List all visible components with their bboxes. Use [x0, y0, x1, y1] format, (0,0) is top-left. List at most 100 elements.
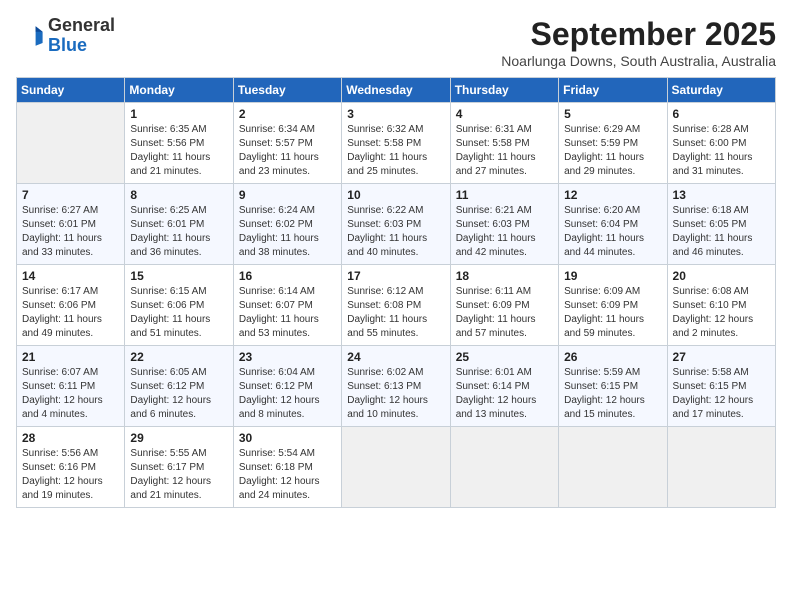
day-info: Sunrise: 6:34 AM Sunset: 5:57 PM Dayligh… [239, 123, 336, 179]
calendar-cell: 25 Sunrise: 6:01 AM Sunset: 6:14 PM Dayli… [450, 346, 558, 427]
day-info: Sunrise: 6:27 AM Sunset: 6:01 PM Dayligh… [22, 204, 119, 260]
column-header-tuesday: Tuesday [233, 78, 341, 103]
title-block: September 2025 Noarlunga Downs, South Au… [501, 16, 776, 69]
calendar-cell: 13Sunrise: 6:18 AM Sunset: 6:05 PM Dayli… [667, 184, 775, 265]
calendar-cell: 29 Sunrise: 5:55 AM Sunset: 6:17 PM Dayli… [125, 427, 233, 508]
month-title: September 2025 [501, 16, 776, 53]
day-number: 4 [456, 107, 553, 121]
column-header-sunday: Sunday [17, 78, 125, 103]
page-header: General Blue September 2025 Noarlunga Do… [16, 16, 776, 69]
column-header-wednesday: Wednesday [342, 78, 450, 103]
day-info: Sunrise: 6:01 AM Sunset: 6:14 PM Dayligh… [456, 366, 553, 422]
day-info: Sunrise: 6:22 AM Sunset: 6:03 PM Dayligh… [347, 204, 444, 260]
day-number: 25 [456, 350, 553, 364]
calendar-cell: 20 Sunrise: 6:08 AM Sunset: 6:10 PM Dayli… [667, 265, 775, 346]
day-number: 28 [22, 431, 119, 445]
calendar-cell: 10 Sunrise: 6:22 AM Sunset: 6:03 PM Dayli… [342, 184, 450, 265]
column-header-thursday: Thursday [450, 78, 558, 103]
day-info: Sunrise: 6:11 AM Sunset: 6:09 PM Dayligh… [456, 285, 553, 341]
calendar-cell: 18 Sunrise: 6:11 AM Sunset: 6:09 PM Dayli… [450, 265, 558, 346]
location: Noarlunga Downs, South Australia, Austra… [501, 53, 776, 69]
day-number: 5 [564, 107, 661, 121]
calendar-cell: 14 Sunrise: 6:17 AM Sunset: 6:06 PM Dayli… [17, 265, 125, 346]
calendar-cell [342, 427, 450, 508]
day-number: 9 [239, 188, 336, 202]
day-info: Sunrise: 6:17 AM Sunset: 6:06 PM Dayligh… [22, 285, 119, 341]
day-number: 6 [673, 107, 770, 121]
day-info: Sunrise: 6:02 AM Sunset: 6:13 PM Dayligh… [347, 366, 444, 422]
calendar-cell: 9 Sunrise: 6:24 AM Sunset: 6:02 PM Daylig… [233, 184, 341, 265]
calendar-cell: 17 Sunrise: 6:12 AM Sunset: 6:08 PM Dayli… [342, 265, 450, 346]
calendar-cell: 26 Sunrise: 5:59 AM Sunset: 6:15 PM Dayli… [559, 346, 667, 427]
calendar-cell: 1Sunrise: 6:35 AM Sunset: 5:56 PM Daylig… [125, 103, 233, 184]
day-number: 26 [564, 350, 661, 364]
day-info: Sunrise: 6:20 AM Sunset: 6:04 PM Dayligh… [564, 204, 661, 260]
day-info: Sunrise: 6:14 AM Sunset: 6:07 PM Dayligh… [239, 285, 336, 341]
day-number: 23 [239, 350, 336, 364]
calendar-cell: 22 Sunrise: 6:05 AM Sunset: 6:12 PM Dayli… [125, 346, 233, 427]
day-info: Sunrise: 5:54 AM Sunset: 6:18 PM Dayligh… [239, 447, 336, 503]
logo-text: General Blue [48, 16, 115, 56]
calendar-cell: 15 Sunrise: 6:15 AM Sunset: 6:06 PM Dayli… [125, 265, 233, 346]
day-info: Sunrise: 6:09 AM Sunset: 6:09 PM Dayligh… [564, 285, 661, 341]
day-info: Sunrise: 6:08 AM Sunset: 6:10 PM Dayligh… [673, 285, 770, 341]
calendar-cell: 5Sunrise: 6:29 AM Sunset: 5:59 PM Daylig… [559, 103, 667, 184]
column-header-monday: Monday [125, 78, 233, 103]
day-number: 21 [22, 350, 119, 364]
day-number: 20 [673, 269, 770, 283]
calendar-cell: 21 Sunrise: 6:07 AM Sunset: 6:11 PM Dayli… [17, 346, 125, 427]
day-number: 8 [130, 188, 227, 202]
day-number: 2 [239, 107, 336, 121]
day-number: 11 [456, 188, 553, 202]
day-info: Sunrise: 5:59 AM Sunset: 6:15 PM Dayligh… [564, 366, 661, 422]
day-info: Sunrise: 6:21 AM Sunset: 6:03 PM Dayligh… [456, 204, 553, 260]
calendar-cell: 6 Sunrise: 6:28 AM Sunset: 6:00 PM Daylig… [667, 103, 775, 184]
calendar-cell: 28Sunrise: 5:56 AM Sunset: 6:16 PM Dayli… [17, 427, 125, 508]
calendar-cell: 19 Sunrise: 6:09 AM Sunset: 6:09 PM Dayli… [559, 265, 667, 346]
day-number: 22 [130, 350, 227, 364]
day-number: 7 [22, 188, 119, 202]
calendar-cell: 16 Sunrise: 6:14 AM Sunset: 6:07 PM Dayli… [233, 265, 341, 346]
calendar-cell: 2 Sunrise: 6:34 AM Sunset: 5:57 PM Daylig… [233, 103, 341, 184]
day-info: Sunrise: 6:28 AM Sunset: 6:00 PM Dayligh… [673, 123, 770, 179]
day-info: Sunrise: 6:12 AM Sunset: 6:08 PM Dayligh… [347, 285, 444, 341]
day-number: 30 [239, 431, 336, 445]
day-info: Sunrise: 6:04 AM Sunset: 6:12 PM Dayligh… [239, 366, 336, 422]
calendar-cell: 23 Sunrise: 6:04 AM Sunset: 6:12 PM Dayli… [233, 346, 341, 427]
day-info: Sunrise: 6:07 AM Sunset: 6:11 PM Dayligh… [22, 366, 119, 422]
day-info: Sunrise: 5:55 AM Sunset: 6:17 PM Dayligh… [130, 447, 227, 503]
day-number: 13 [673, 188, 770, 202]
day-number: 10 [347, 188, 444, 202]
day-info: Sunrise: 6:32 AM Sunset: 5:58 PM Dayligh… [347, 123, 444, 179]
day-number: 29 [130, 431, 227, 445]
day-number: 15 [130, 269, 227, 283]
day-info: Sunrise: 6:24 AM Sunset: 6:02 PM Dayligh… [239, 204, 336, 260]
calendar-cell: 8Sunrise: 6:25 AM Sunset: 6:01 PM Daylig… [125, 184, 233, 265]
day-info: Sunrise: 6:15 AM Sunset: 6:06 PM Dayligh… [130, 285, 227, 341]
calendar-week-4: 21 Sunrise: 6:07 AM Sunset: 6:11 PM Dayli… [17, 346, 776, 427]
day-number: 19 [564, 269, 661, 283]
calendar-cell [17, 103, 125, 184]
day-info: Sunrise: 6:05 AM Sunset: 6:12 PM Dayligh… [130, 366, 227, 422]
day-number: 18 [456, 269, 553, 283]
calendar-cell: 7 Sunrise: 6:27 AM Sunset: 6:01 PM Daylig… [17, 184, 125, 265]
day-info: Sunrise: 6:31 AM Sunset: 5:58 PM Dayligh… [456, 123, 553, 179]
calendar-cell [667, 427, 775, 508]
day-number: 14 [22, 269, 119, 283]
calendar-cell: 4 Sunrise: 6:31 AM Sunset: 5:58 PM Daylig… [450, 103, 558, 184]
calendar-week-5: 28Sunrise: 5:56 AM Sunset: 6:16 PM Dayli… [17, 427, 776, 508]
calendar-cell [450, 427, 558, 508]
calendar-week-2: 7 Sunrise: 6:27 AM Sunset: 6:01 PM Daylig… [17, 184, 776, 265]
calendar-cell [559, 427, 667, 508]
day-number: 24 [347, 350, 444, 364]
day-number: 3 [347, 107, 444, 121]
calendar-cell: 27 Sunrise: 5:58 AM Sunset: 6:15 PM Dayli… [667, 346, 775, 427]
day-number: 12 [564, 188, 661, 202]
day-info: Sunrise: 5:58 AM Sunset: 6:15 PM Dayligh… [673, 366, 770, 422]
day-number: 27 [673, 350, 770, 364]
logo-icon [16, 22, 44, 50]
logo: General Blue [16, 16, 115, 56]
day-number: 17 [347, 269, 444, 283]
calendar-cell: 30 Sunrise: 5:54 AM Sunset: 6:18 PM Dayli… [233, 427, 341, 508]
day-number: 16 [239, 269, 336, 283]
